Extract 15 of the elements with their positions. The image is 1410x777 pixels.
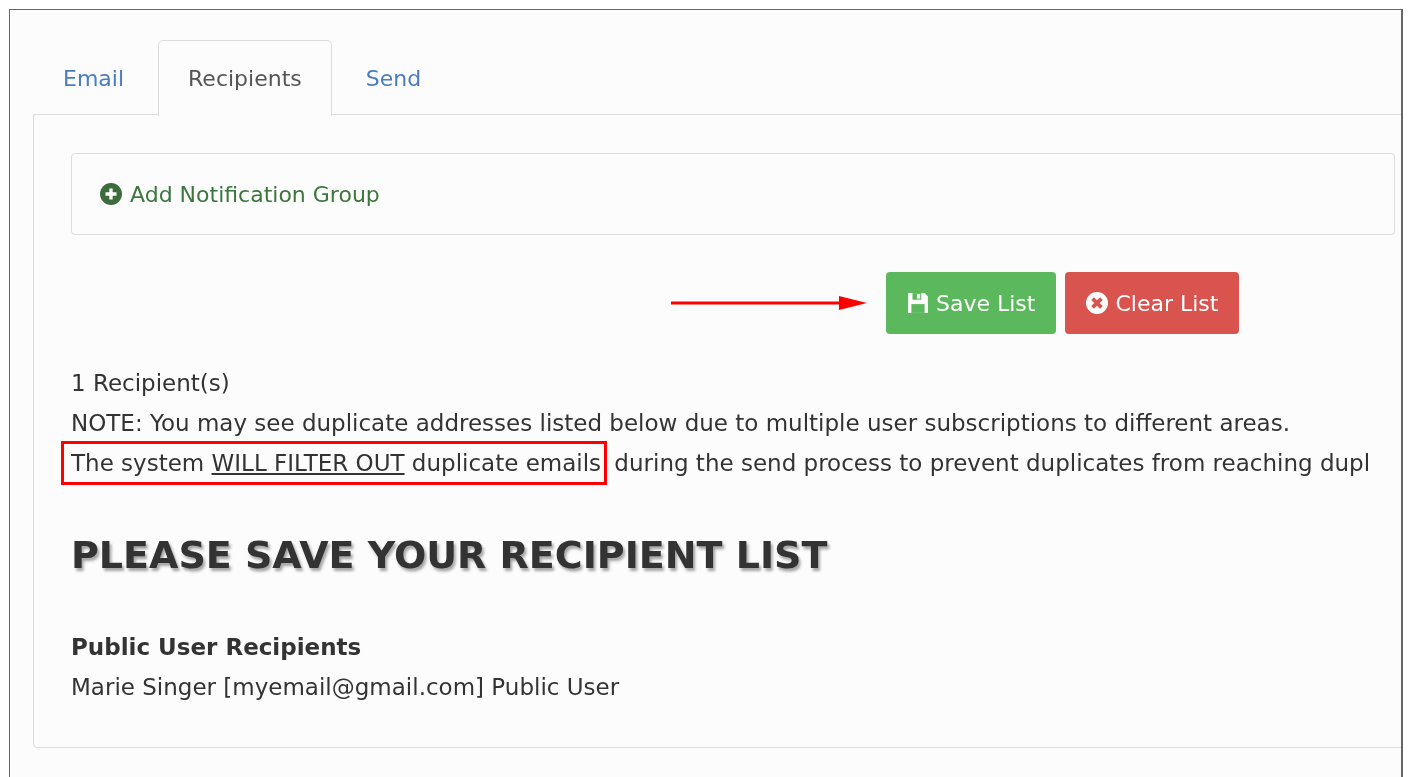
recipient-count: 1 Recipient(s)	[71, 369, 231, 398]
clear-list-button[interactable]: Clear List	[1065, 272, 1240, 334]
note-text: NOTE: You may see duplicate addresses listed below due to multiple user subscriptions to different areas.	[71, 409, 1291, 438]
tab[interactable]: Send	[335, 40, 452, 115]
save-reminder-heading: PLEASE SAVE YOUR RECIPIENT LIST	[71, 532, 829, 579]
close-circle-icon	[1086, 292, 1109, 314]
note-continuation-text: during the send process to prevent duplicates from reaching dupl	[613, 450, 1371, 476]
highlighted-note-text: The system WILL FILTER OUT duplicate emails	[61, 441, 608, 485]
tab[interactable]: Email	[33, 40, 155, 115]
save-list-button[interactable]: Save List	[886, 272, 1057, 334]
recipient-entry: Marie Singer [myemail@gmail.com] Public User	[71, 673, 621, 702]
plus-circle-icon	[100, 183, 122, 205]
tab[interactable]: Recipients	[158, 40, 332, 116]
add-group-link[interactable]: Add Notification Group	[100, 181, 380, 207]
section-title: Public User Recipients	[71, 633, 363, 662]
